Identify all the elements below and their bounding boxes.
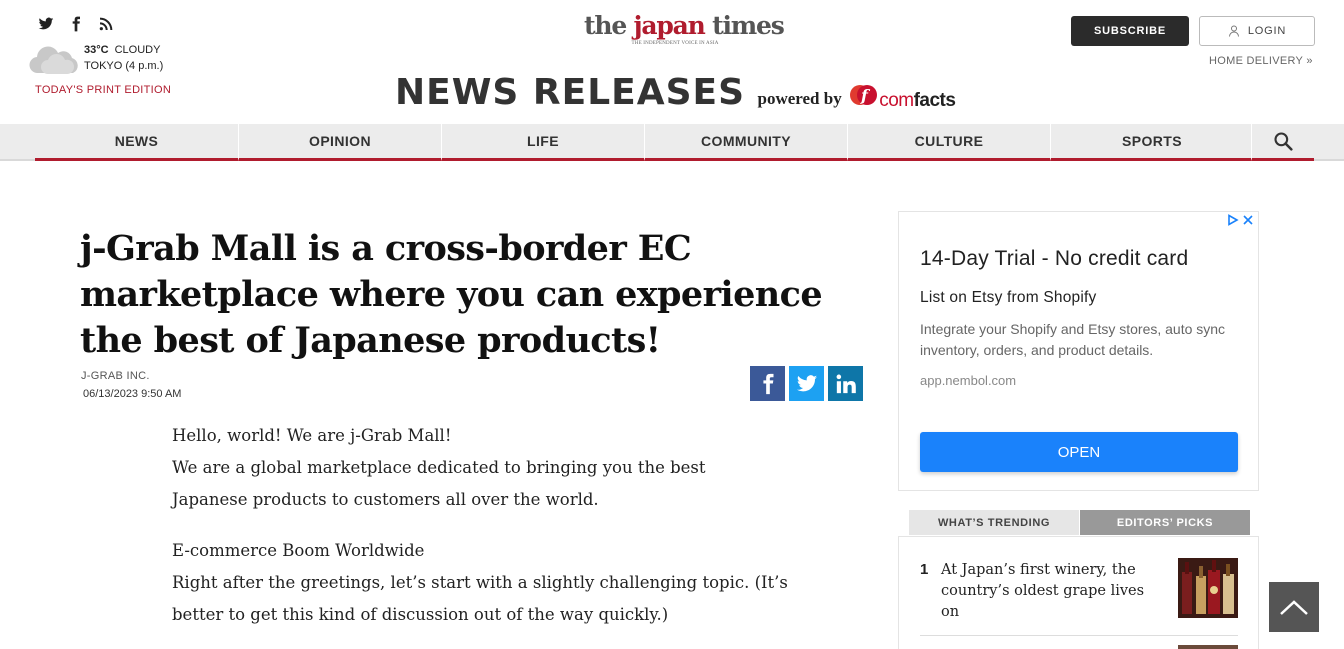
nav-item-sports[interactable]: SPORTS [1050,124,1253,161]
nav-item-culture[interactable]: CULTURE [847,124,1050,161]
ad-choices-icon [1228,214,1239,226]
nav-item-life[interactable]: LIFE [441,124,644,161]
trending-tabs: WHAT’S TRENDING EDITORS’ PICKS [909,510,1250,535]
search-icon [1274,132,1293,151]
paragraph-line: Japanese products to customers all over … [172,490,599,509]
paragraph-line: E-commerce Boom Worldwide [172,541,425,560]
paragraph-line: Hello, world! We are j-Grab Mall! [172,426,452,445]
paragraph-line: Right after the greetings, let’s start w… [172,573,788,592]
chevron-up-icon [1280,600,1308,615]
facebook-icon[interactable] [68,16,84,32]
article-date: 06/13/2023 9:50 AM [83,388,182,400]
comfacts-facts: facts [913,90,956,111]
site-logo[interactable]: the japan times THE INDEPENDENT VOICE IN… [584,11,785,47]
cloud-icon [29,46,78,74]
nav-item-opinion[interactable]: OPINION [238,124,441,161]
comfacts-logo[interactable]: f comfacts [849,84,956,112]
weather-widget: 33°C CLOUDY TOKYO (4 p.m.) [28,43,188,79]
tab-editors-picks[interactable]: EDITORS’ PICKS [1080,510,1250,535]
article-paragraph: E-commerce Boom Worldwide Right after th… [172,535,812,631]
trending-thumbnail[interactable] [1178,645,1238,649]
trending-title[interactable]: At Japan’s first winery, the country’s o… [941,560,1166,623]
trending-list: 1 At Japan’s first winery, the country’s… [898,536,1259,649]
logo-the: the [584,11,634,40]
logo-japan: japan [633,11,706,40]
divider [920,635,1238,636]
login-button[interactable]: LOGIN [1199,16,1315,46]
nav-item-community[interactable]: COMMUNITY [644,124,847,161]
print-edition-link[interactable]: TODAY'S PRINT EDITION [35,84,171,96]
main-nav: NEWS OPINION LIFE COMMUNITY CULTURE SPOR… [0,124,1344,161]
linkedin-icon [836,374,856,393]
weather-temp: 33°C [84,44,109,56]
close-icon[interactable] [1242,214,1254,226]
weather-condition: CLOUDY [114,44,161,56]
paragraph-line: better to get this kind of discussion ou… [172,605,669,624]
trending-thumbnail[interactable] [1178,558,1238,618]
login-label: LOGIN [1247,25,1287,37]
back-to-top-button[interactable] [1269,582,1319,632]
ad-subhead: List on Etsy from Shopify [920,289,1097,306]
article-body: Hello, world! We are j-Grab Mall! We are… [172,420,812,649]
article-headline: j-Grab Mall is a cross-border EC marketp… [80,228,823,361]
social-links [38,16,114,32]
comfacts-com: com [879,90,914,111]
tab-whats-trending[interactable]: WHAT’S TRENDING [909,510,1079,535]
ad-description: Integrate your Shopify and Etsy stores, … [920,321,1226,358]
share-twitter-button[interactable] [789,366,824,401]
sidebar-ad[interactable]: 14-Day Trial - No credit card List on Et… [898,211,1259,491]
twitter-icon [796,374,817,391]
news-releases-banner: NEWS RELEASES powered by f comfacts [395,72,956,118]
ad-open-button[interactable]: OPEN [920,432,1238,472]
home-delivery-link[interactable]: HOME DELIVERY » [1209,55,1313,67]
share-buttons [750,366,863,401]
trending-rank: 1 [920,561,929,578]
powered-by-label: powered by [757,89,842,108]
ad-choices[interactable] [1227,214,1254,226]
comfacts-icon: f [850,85,878,105]
article-byline: J-GRAB INC. [81,370,150,382]
section-title: NEWS RELEASES [395,72,746,113]
ad-headline: 14-Day Trial - No credit card [920,247,1189,270]
twitter-icon[interactable] [38,16,54,32]
wine-bottles-image [1178,558,1238,618]
facebook-icon [762,373,773,394]
nav-item-news[interactable]: NEWS [35,124,238,161]
ad-url: app.nembol.com [920,373,1017,388]
search-button[interactable] [1251,124,1314,161]
article-paragraph: Hello, world! We are j-Grab Mall! We are… [172,420,812,516]
share-facebook-button[interactable] [750,366,785,401]
subscribe-button[interactable]: SUBSCRIBE [1071,16,1189,46]
logo-tagline: THE INDEPENDENT VOICE IN ASIA [631,41,719,46]
rss-icon[interactable] [98,16,114,32]
user-icon [1228,25,1239,37]
logo-times: times [704,11,785,40]
share-linkedin-button[interactable] [828,366,863,401]
site-header: 33°C CLOUDY TOKYO (4 p.m.) TODAY'S PRINT … [0,0,1344,124]
paragraph-line: We are a global marketplace dedicated to… [172,458,706,477]
weather-location: TOKYO (4 p.m.) [84,60,164,72]
